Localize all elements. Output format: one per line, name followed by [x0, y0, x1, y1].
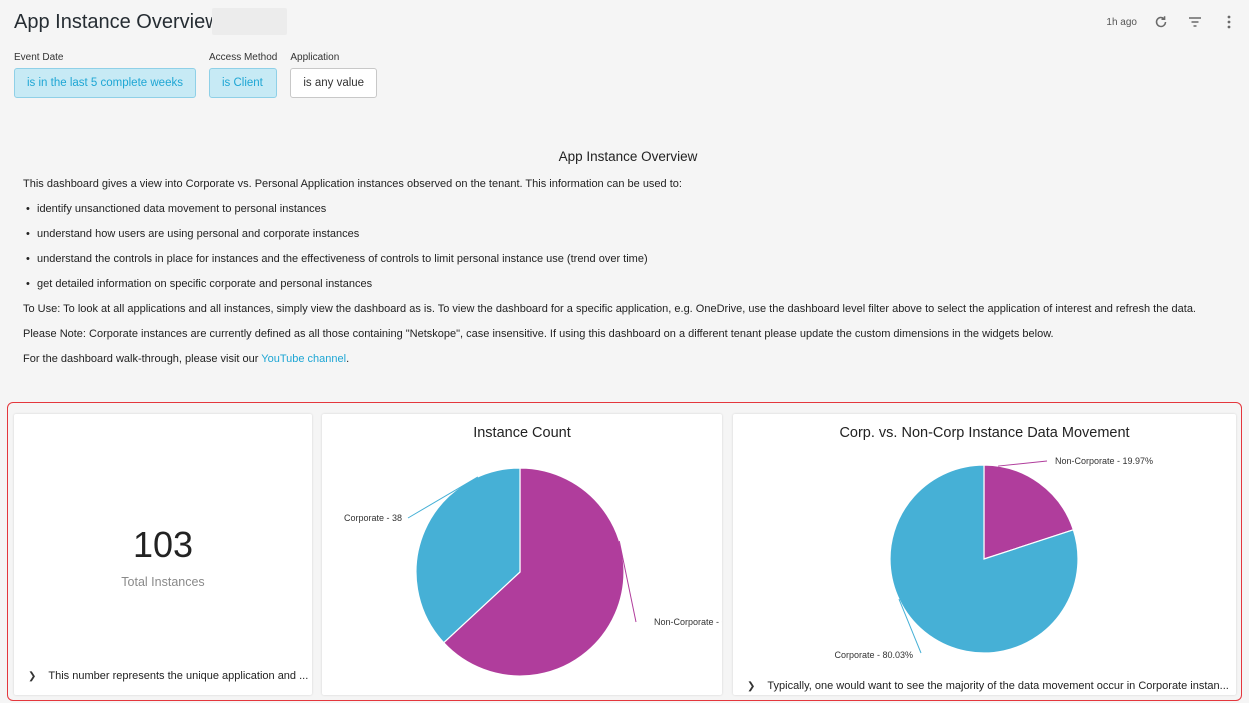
- text-tile-title: App Instance Overview: [558, 149, 698, 164]
- filter-label: Application: [290, 52, 340, 63]
- page-title: App Instance Overview: [14, 11, 220, 33]
- filter-application: Application is any value: [290, 52, 378, 98]
- instance-count-pie: Non-Corporate - 65 Corporate - 38: [344, 467, 722, 677]
- total-instances-label: Total Instances: [121, 575, 205, 589]
- dashboard-header: App Instance Overview 1h ago: [0, 0, 1249, 44]
- text-tile-bullet: understand how users are using personal …: [23, 227, 1233, 241]
- walkthrough-prefix: For the dashboard walk-through, please v…: [23, 353, 262, 365]
- filter-access-method-value[interactable]: is Client: [208, 68, 278, 98]
- text-tile-bullet: understand the controls in place for ins…: [23, 252, 1233, 266]
- text-tile-to-use: To Use: To look at all applications and …: [23, 303, 1196, 315]
- total-instances-tile: 103 Total Instances ❯ This number repres…: [14, 414, 312, 695]
- dashboard-filters: Event Date is in the last 5 complete wee…: [14, 52, 378, 98]
- filter-application-value[interactable]: is any value: [290, 68, 378, 98]
- data-movement-pie: Non-Corporate - 19.97% Corporate - 80.03%: [834, 456, 1153, 660]
- text-tile-intro: This dashboard gives a view into Corpora…: [23, 178, 682, 190]
- tile-note-expander[interactable]: ❯ Typically, one would want to see the m…: [747, 680, 1229, 692]
- text-tile: App Instance Overview This dashboard giv…: [23, 149, 1233, 377]
- youtube-channel-link[interactable]: YouTube channel: [261, 353, 346, 365]
- filter-access-method: Access Method is Client: [208, 52, 278, 98]
- pie-slice-label: Non-Corporate - 19.97%: [1055, 456, 1153, 466]
- last-updated-label: 1h ago: [1106, 16, 1137, 28]
- filter-event-date-value[interactable]: is in the last 5 complete weeks: [14, 68, 196, 98]
- filter-icon[interactable]: [1185, 12, 1205, 32]
- data-movement-tile: Corp. vs. Non-Corp Instance Data Movemen…: [733, 414, 1236, 695]
- text-tile-bullet: identify unsanctioned data movement to p…: [23, 202, 1233, 216]
- more-vertical-icon[interactable]: [1219, 12, 1239, 32]
- tile-note-text: Typically, one would want to see the maj…: [767, 680, 1229, 692]
- pie-slice-label: Non-Corporate - 65: [654, 617, 722, 627]
- total-instances-value: 103: [132, 524, 194, 565]
- filter-label: Access Method: [208, 52, 278, 63]
- refresh-icon[interactable]: [1151, 12, 1171, 32]
- walkthrough-suffix: .: [346, 353, 350, 365]
- pie-leader-line: [998, 460, 1048, 467]
- pie-slice-label: Corporate - 80.03%: [834, 650, 913, 660]
- text-tile-please-note: Please Note: Corporate instances are cur…: [23, 328, 1054, 340]
- tile-note-text: This number represents the unique applic…: [48, 670, 309, 682]
- chevron-right-icon: ❯: [747, 680, 756, 692]
- pie-slice-label: Corporate - 38: [344, 513, 402, 523]
- chevron-right-icon: ❯: [28, 670, 37, 682]
- text-tile-bullet: get detailed information on specific cor…: [23, 277, 1233, 291]
- header-actions: 1h ago: [1106, 12, 1239, 32]
- text-tile-walkthrough: For the dashboard walk-through, please v…: [23, 352, 1233, 366]
- tile-note-expander[interactable]: ❯ This number represents the unique appl…: [28, 670, 308, 682]
- redacted-title-suffix: [212, 8, 287, 35]
- filter-label: Event Date: [14, 52, 64, 63]
- instance-count-tile: Instance Count Non-Corporate - 65Corpora…: [322, 414, 722, 695]
- filter-event-date: Event Date is in the last 5 complete wee…: [14, 52, 196, 98]
